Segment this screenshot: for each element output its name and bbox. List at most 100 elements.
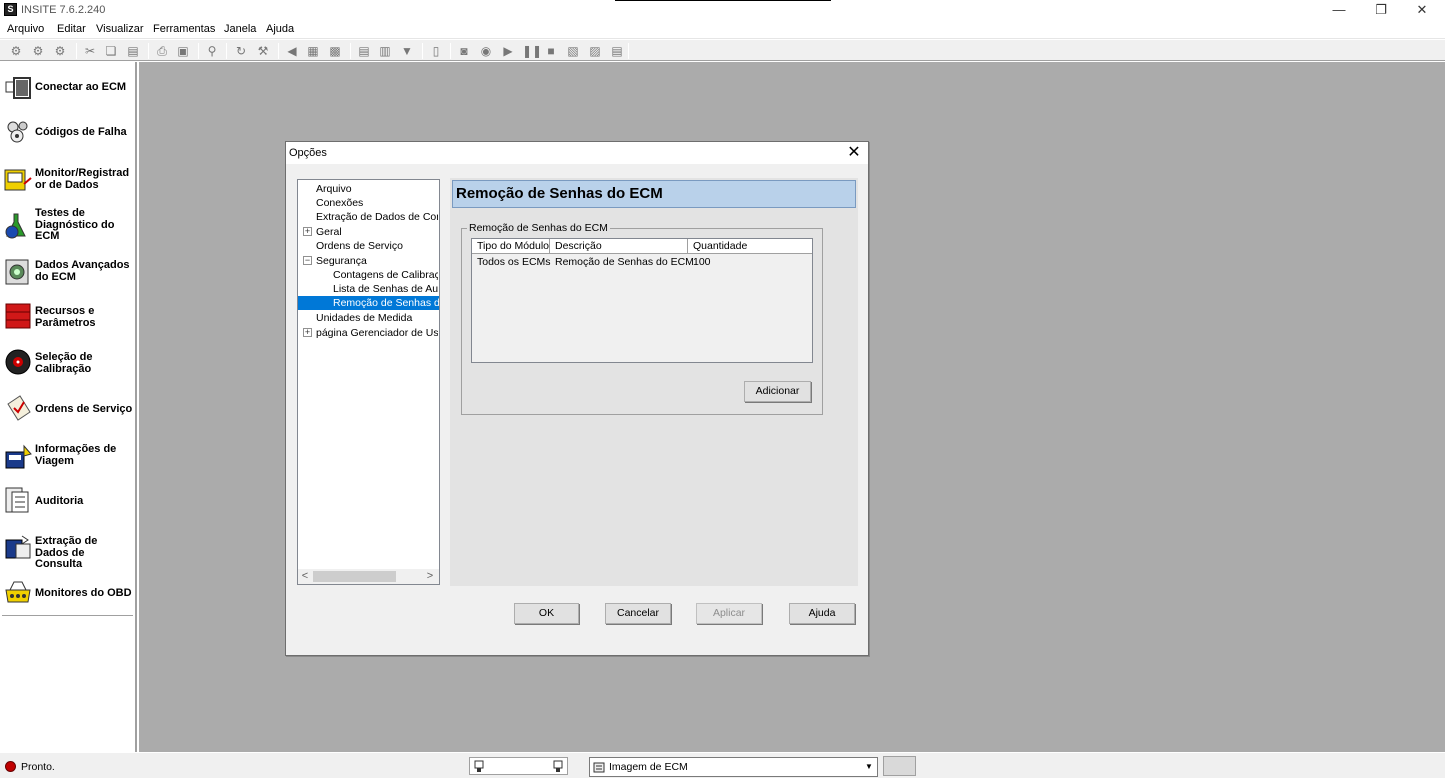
- navigation-pane: Conectar ao ECM Códigos de Falha Monitor…: [0, 62, 137, 752]
- nav-selecao-calibracao[interactable]: Seleção de Calibração: [0, 340, 135, 386]
- nav-testes-diagnostico[interactable]: Testes de Diagnóstico do ECM: [0, 202, 135, 248]
- connection-indicator: [469, 757, 568, 775]
- monitor-icon[interactable]: ▦: [305, 43, 321, 59]
- tree-item-remocao-senhas[interactable]: Remoção de Senhas do ECM: [298, 296, 439, 310]
- nav-label: Informações de Viagem: [35, 443, 117, 467]
- tree-item-lista-senhas[interactable]: Lista de Senhas de Autorização: [333, 282, 438, 296]
- page-icon[interactable]: ▯: [428, 43, 444, 59]
- nav-label: Conectar ao ECM: [35, 81, 127, 93]
- menu-janela[interactable]: Janela: [224, 23, 256, 35]
- help-button[interactable]: Ajuda: [789, 603, 855, 624]
- snapshot-icon[interactable]: ▧: [565, 43, 581, 59]
- tree-item-geral[interactable]: Geral: [316, 225, 438, 239]
- tree-item-ordens-servico[interactable]: Ordens de Serviço: [316, 239, 438, 253]
- find-icon[interactable]: ⚲: [204, 43, 220, 59]
- nav-dados-avancados[interactable]: Dados Avançados do ECM: [0, 248, 135, 294]
- paste-icon[interactable]: ▤: [125, 43, 141, 59]
- nav-auditoria[interactable]: Auditoria: [0, 478, 135, 524]
- column-header-tipo-modulo[interactable]: Tipo do Módulo: [472, 239, 550, 254]
- folder-icon[interactable]: ▥: [377, 43, 393, 59]
- tree-item-contagens-calibracao[interactable]: Contagens de Calibração: [333, 268, 438, 282]
- nav-monitores-obd[interactable]: Monitores do OBD: [0, 570, 135, 616]
- record-icon[interactable]: ▩: [327, 43, 343, 59]
- nav-monitor-registrador[interactable]: Monitor/Registrad or de Dados: [0, 156, 135, 202]
- password-removal-list[interactable]: Tipo do Módulo Descrição Quantidade Todo…: [471, 238, 813, 363]
- scroll-left-icon[interactable]: <: [298, 569, 312, 584]
- diagnostic-flask-icon: [5, 213, 26, 239]
- calibration-disc-icon: [5, 349, 31, 375]
- filter-icon[interactable]: ▼: [399, 43, 415, 59]
- refresh-icon[interactable]: ↻: [233, 43, 249, 59]
- nav-informacoes-viagem[interactable]: Informações de Viagem: [0, 432, 135, 478]
- scroll-right-icon[interactable]: >: [423, 569, 437, 584]
- column-header-descricao[interactable]: Descrição: [550, 239, 688, 254]
- fault-codes-icon: [7, 121, 28, 143]
- app-icon: S: [4, 3, 17, 16]
- dialog-close-button[interactable]: ✕: [844, 143, 864, 163]
- ecm-image-select[interactable]: Imagem de ECM ▼: [589, 757, 878, 777]
- expand-icon[interactable]: +: [303, 328, 312, 337]
- ecm-image-icon: [593, 762, 605, 773]
- nav-recursos-parametros[interactable]: Recursos e Parâmetros: [0, 294, 135, 340]
- restore-button[interactable]: ❐: [1358, 0, 1404, 20]
- export-icon[interactable]: ▨: [587, 43, 603, 59]
- disconnect-icon[interactable]: ⚙: [30, 43, 46, 59]
- print-icon[interactable]: ⎙: [154, 43, 170, 59]
- print-preview-icon[interactable]: ▣: [175, 43, 191, 59]
- close-button[interactable]: ✕: [1399, 0, 1445, 20]
- expand-icon[interactable]: +: [303, 227, 312, 236]
- back-icon[interactable]: ◀: [284, 43, 300, 59]
- tree-horizontal-scrollbar[interactable]: < >: [298, 569, 439, 584]
- options-tree[interactable]: Arquivo Conexões Extração de Dados de Co…: [297, 179, 440, 585]
- tree-item-conexoes[interactable]: Conexões: [316, 196, 438, 210]
- tree-item-arquivo[interactable]: Arquivo: [316, 182, 438, 196]
- tree-item-unidades-medida[interactable]: Unidades de Medida: [316, 311, 438, 325]
- chevron-down-icon[interactable]: ▼: [862, 759, 876, 775]
- ecm-icon[interactable]: ⚙: [52, 43, 68, 59]
- tree-item-extracao-dados[interactable]: Extração de Dados de Consulta: [316, 210, 438, 224]
- minimize-button[interactable]: —: [1316, 0, 1362, 20]
- dialog-title-bar: Opções ✕: [286, 142, 868, 164]
- advanced-data-icon: [5, 259, 29, 285]
- menu-ajuda[interactable]: Ajuda: [266, 23, 294, 35]
- cancel-button[interactable]: Cancelar: [605, 603, 671, 624]
- collapse-icon[interactable]: −: [303, 256, 312, 265]
- nav-conectar-ecm[interactable]: Conectar ao ECM: [0, 64, 135, 110]
- window-title: INSITE 7.6.2.240: [21, 4, 106, 16]
- menu-visualizar[interactable]: Visualizar: [96, 23, 144, 35]
- tree-item-gerenciador-usuarios[interactable]: página Gerenciador de Usuários: [316, 326, 438, 340]
- data-extraction-icon: [5, 535, 31, 559]
- menu-editar[interactable]: Editar: [57, 23, 86, 35]
- nav-label: Auditoria: [35, 495, 84, 507]
- audit-icon: [5, 487, 29, 513]
- nav-ordens-servico[interactable]: Ordens de Serviço: [0, 386, 135, 432]
- cut-icon[interactable]: ✂: [82, 43, 98, 59]
- title-bar: S INSITE 7.6.2.240 — ❐ ✕: [0, 0, 1445, 20]
- ok-button[interactable]: OK: [514, 603, 579, 624]
- play-icon[interactable]: ▶: [500, 43, 516, 59]
- nav-label: Ordens de Serviço: [35, 403, 133, 415]
- work-order-icon: [7, 395, 31, 421]
- toolbox-icon: [5, 303, 31, 329]
- connect-icon[interactable]: ⚙: [8, 43, 24, 59]
- stop-icon[interactable]: ■: [543, 43, 559, 59]
- play-back-icon[interactable]: ◉: [478, 43, 494, 59]
- pause-icon[interactable]: ❚❚: [522, 43, 542, 59]
- document-icon[interactable]: ▤: [356, 43, 372, 59]
- menu-ferramentas[interactable]: Ferramentas: [153, 23, 215, 35]
- tools-icon[interactable]: ⚒: [255, 43, 271, 59]
- nav-extracao-dados[interactable]: Extração de Dados de Consulta: [0, 524, 135, 570]
- copy-icon[interactable]: ❏: [103, 43, 119, 59]
- obd-monitor-icon: [5, 581, 31, 603]
- add-button[interactable]: Adicionar: [744, 381, 811, 402]
- camera-icon[interactable]: ◙: [456, 43, 472, 59]
- nav-codigos-falha[interactable]: Códigos de Falha: [0, 110, 135, 156]
- cell-quantidade: 100: [693, 256, 711, 268]
- edit-icon[interactable]: ▤: [609, 43, 625, 59]
- scroll-thumb[interactable]: [313, 571, 396, 582]
- panel-header: Remoção de Senhas do ECM: [452, 180, 856, 208]
- column-header-quantidade[interactable]: Quantidade: [688, 239, 812, 254]
- menu-arquivo[interactable]: Arquivo: [7, 23, 44, 35]
- connector-icon: [5, 77, 31, 99]
- tree-item-seguranca[interactable]: Segurança: [316, 254, 438, 268]
